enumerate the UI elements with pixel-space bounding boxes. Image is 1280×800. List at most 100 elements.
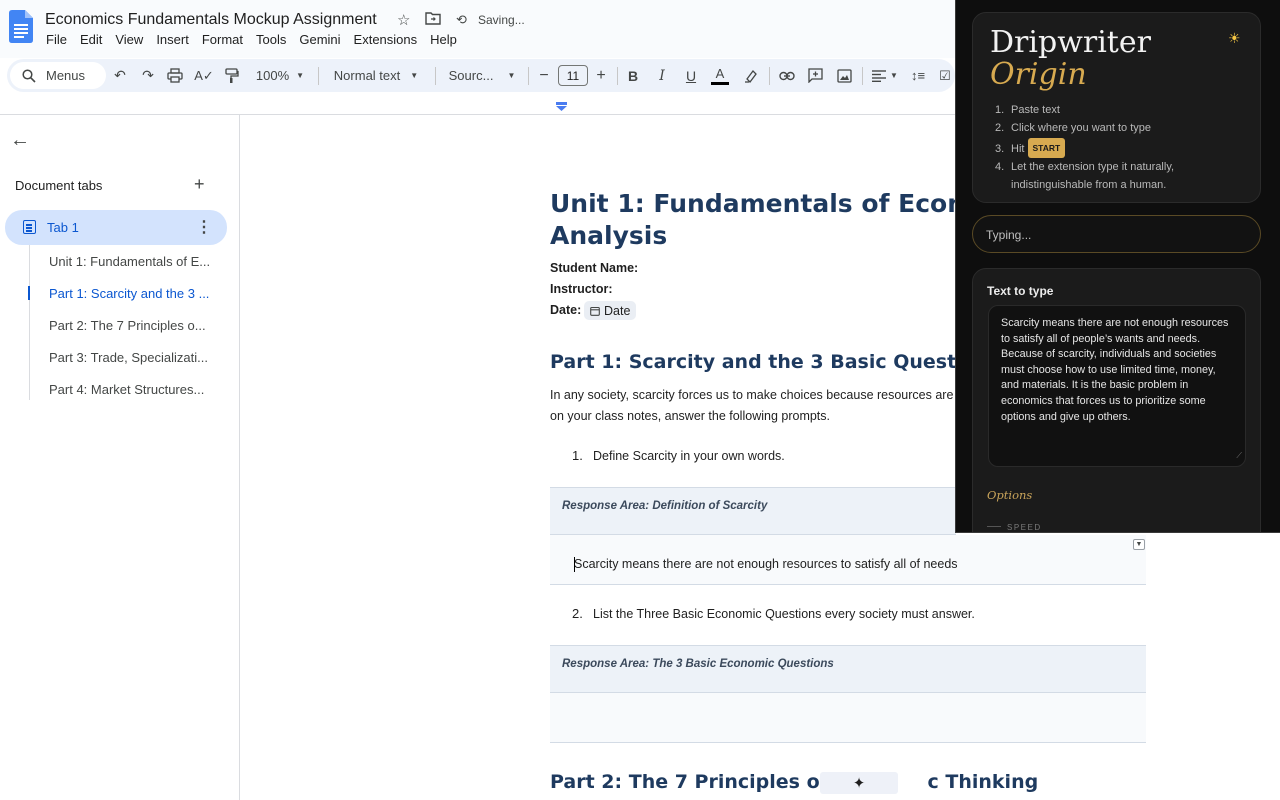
menu-insert[interactable]: Insert	[156, 32, 189, 47]
step-2: 2. Click where you want to type	[995, 122, 1152, 135]
text-to-type-textarea[interactable]: Scarcity means there are not enough reso…	[988, 305, 1246, 467]
typing-status-text: Typing...	[986, 228, 1032, 242]
options-heading: Options	[987, 488, 1033, 502]
resize-handle-icon[interactable]: ⟋	[1236, 448, 1242, 464]
text-to-type-label: Text to type	[987, 284, 1054, 298]
toolbar-divider	[435, 67, 436, 85]
outline-item-part-4[interactable]: Part 4: Market Structures...	[49, 382, 204, 397]
spellcheck-icon[interactable]: A✓	[193, 59, 215, 92]
question-1-number: 1.	[572, 448, 583, 463]
menu-file[interactable]: File	[46, 32, 67, 47]
outline-item-part-2[interactable]: Part 2: The 7 Principles o...	[49, 318, 206, 333]
dripwriter-subtitle: Origin	[990, 57, 1087, 92]
checklist-icon[interactable]: ☑	[935, 59, 955, 92]
star-icon[interactable]: ☆	[397, 11, 410, 29]
outline-item-unit-1[interactable]: Unit 1: Fundamentals of E...	[49, 254, 210, 269]
menu-tools[interactable]: Tools	[256, 32, 286, 47]
underline-icon[interactable]: U	[681, 59, 701, 92]
menus-label: Menus	[46, 68, 86, 83]
cell-dropdown-icon[interactable]: ▼	[1133, 539, 1145, 550]
google-docs-icon[interactable]	[9, 10, 33, 43]
date-chip-label: Date	[604, 303, 631, 318]
step-2-text: Click where you want to type	[1011, 122, 1152, 135]
response-area-2-title: Response Area: The 3 Basic Economic Ques…	[562, 658, 834, 670]
print-icon[interactable]	[164, 59, 186, 92]
menu-format[interactable]: Format	[202, 32, 243, 47]
add-tab-icon[interactable]: +	[194, 174, 205, 195]
question-1-text: Define Scarcity in your own words.	[593, 449, 785, 463]
part-1-paragraph-line-1: In any society, scarcity forces us to ma…	[550, 388, 956, 402]
tab-1[interactable]: Tab 1 ⋮	[5, 210, 227, 245]
font-size-input[interactable]: 11	[558, 65, 588, 86]
increase-font-size-icon[interactable]: +	[592, 59, 610, 92]
part-1-paragraph-line-2: on your class notes, answer the followin…	[550, 409, 830, 423]
toolbar-divider	[528, 67, 529, 85]
question-2-number: 2.	[572, 606, 583, 621]
ruler-indent-marker[interactable]	[556, 102, 567, 111]
paint-format-icon[interactable]	[221, 59, 243, 92]
more-vert-icon[interactable]: ⋮	[196, 217, 212, 237]
redo-icon[interactable]: ↷	[137, 59, 159, 92]
response-area-1-text: Scarcity means there are not enough reso…	[574, 557, 958, 571]
menu-gemini[interactable]: Gemini	[299, 32, 340, 47]
toolbar-divider	[617, 67, 618, 85]
response-area-2-body[interactable]	[550, 693, 1146, 743]
dripwriter-panel: Dripwriter Origin ☀ 1. Paste text 2. Click…	[955, 0, 1280, 533]
insert-image-icon[interactable]	[833, 59, 855, 92]
outline-active-indicator	[28, 286, 30, 300]
document-title[interactable]: Economics Fundamentals Mockup Assignment	[45, 11, 377, 29]
dripwriter-header-card: Dripwriter Origin ☀ 1. Paste text 2. Click…	[972, 12, 1261, 203]
chevron-down-icon: ▼	[410, 71, 419, 80]
part-2-heading-end: c Thinking	[927, 771, 1039, 793]
student-name-label: Student Name:	[550, 261, 639, 275]
document-icon	[23, 220, 36, 234]
typing-status-pill[interactable]: Typing...	[972, 215, 1261, 253]
speed-label: SPEED	[987, 523, 1042, 532]
toolbar-divider	[862, 67, 863, 85]
menu-view[interactable]: View	[115, 32, 143, 47]
response-area-1-title: Response Area: Definition of Scarcity	[562, 500, 768, 512]
response-area-1-body[interactable]: Scarcity means there are not enough reso…	[550, 535, 1146, 585]
menu-help[interactable]: Help	[430, 32, 457, 47]
zoom-value: 100%	[255, 68, 290, 83]
outline-item-part-1[interactable]: Part 1: Scarcity and the 3 ...	[49, 286, 209, 301]
highlight-icon[interactable]	[740, 59, 762, 92]
paragraph-style-select[interactable]: Normal text ▼	[327, 59, 425, 92]
step-3: 3. Hit START	[995, 137, 1181, 158]
outline-item-part-3[interactable]: Part 3: Trade, Specializati...	[49, 350, 208, 365]
back-arrow-icon[interactable]: ←	[10, 129, 30, 152]
undo-icon[interactable]: ↶	[109, 59, 131, 92]
align-select[interactable]: ▼	[869, 59, 901, 92]
add-comment-icon[interactable]	[804, 59, 826, 92]
text-color-icon[interactable]: A	[709, 59, 731, 92]
sun-icon[interactable]: ☀	[1228, 30, 1241, 47]
document-heading: Unit 1: Fundamentals of Econo Analysis	[550, 188, 960, 252]
chevron-down-icon: ▼	[507, 71, 516, 80]
document-tabs-heading: Document tabs	[15, 178, 103, 193]
line-spacing-icon[interactable]: ↕≡	[907, 59, 929, 92]
decrease-font-size-icon[interactable]: −	[535, 59, 553, 92]
search-icon	[22, 68, 36, 83]
zoom-select[interactable]: 100% ▼	[250, 59, 310, 92]
heading-line-1: Unit 1: Fundamentals of Econo	[550, 189, 960, 218]
font-family-select[interactable]: Sourc... ▼	[444, 59, 520, 92]
link-icon[interactable]	[776, 59, 798, 92]
bold-icon[interactable]: B	[623, 59, 643, 92]
instructor-label: Instructor:	[550, 282, 613, 296]
start-badge: START	[1027, 137, 1066, 158]
question-2-text: List the Three Basic Economic Questions …	[593, 607, 975, 621]
menu-extensions[interactable]: Extensions	[354, 32, 418, 47]
move-folder-icon[interactable]	[425, 11, 441, 29]
step-4: 4. Let the extension type it naturally, i…	[995, 158, 1181, 195]
step-1: 1. Paste text	[995, 104, 1060, 116]
sparkle-icon[interactable]: ✦	[820, 772, 898, 794]
date-chip[interactable]: Date	[584, 301, 637, 320]
menus-search-button[interactable]: Menus	[10, 62, 106, 89]
text-to-type-card: Text to type Scarcity means there are no…	[972, 268, 1261, 532]
italic-icon[interactable]: I	[652, 59, 672, 92]
menu-edit[interactable]: Edit	[80, 32, 102, 47]
response-area-1-header: Response Area: Definition of Scarcity	[550, 487, 956, 535]
part-1-heading: Part 1: Scarcity and the 3 Basic Questio…	[550, 351, 956, 373]
response-area-2-header: Response Area: The 3 Basic Economic Ques…	[550, 645, 1146, 693]
step-3-text: Hit	[1011, 142, 1025, 155]
